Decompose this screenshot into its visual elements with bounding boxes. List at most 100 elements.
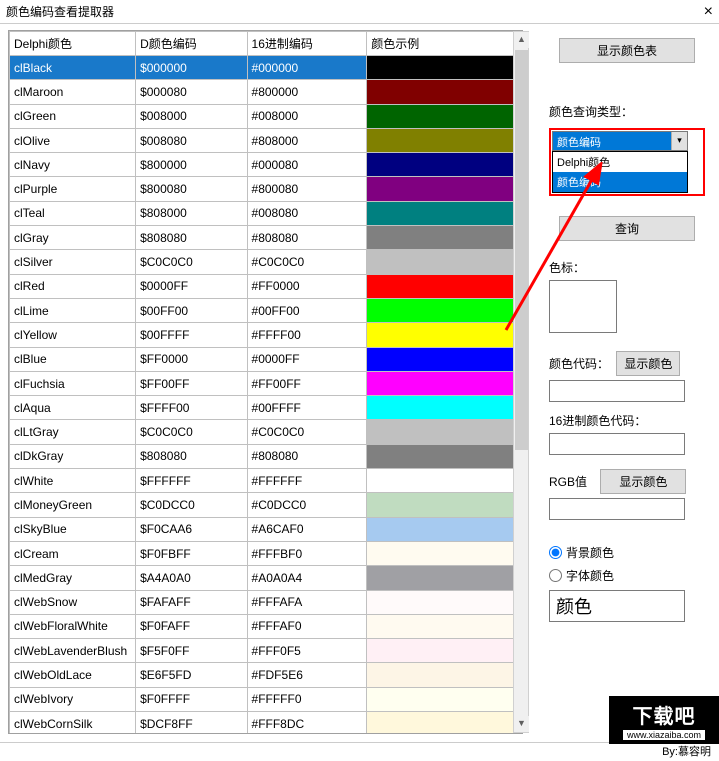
cell-dcode: $008000 [136, 104, 247, 128]
table-row[interactable]: clMoneyGreen$C0DCC0#C0DCC0 [10, 493, 522, 517]
query-type-dropdown[interactable]: 颜色编码 ▾ [552, 131, 688, 151]
table-row[interactable]: clSilver$C0C0C0#C0C0C0 [10, 250, 522, 274]
cell-hex: #FFFF00 [247, 323, 367, 347]
query-button[interactable]: 查询 [559, 216, 695, 241]
cell-dcode: $F0CAA6 [136, 517, 247, 541]
dropdown-selected: 颜色编码 [553, 132, 671, 150]
cell-swatch [367, 420, 522, 444]
rgb-label: RGB值 [549, 473, 593, 490]
hex-code-input[interactable] [549, 433, 685, 455]
table-row[interactable]: clPurple$800080#800080 [10, 177, 522, 201]
cell-hex: #0000FF [247, 347, 367, 371]
cell-name: clOlive [10, 128, 136, 152]
cell-swatch [367, 153, 522, 177]
cell-swatch [367, 614, 522, 638]
column-header[interactable]: 颜色示例 [367, 32, 522, 56]
cell-name: clWebCornSilk [10, 712, 136, 734]
table-row[interactable]: clWebFloralWhite$F0FAFF#FFFAF0 [10, 614, 522, 638]
footer: By:慕容明 [0, 742, 719, 760]
column-header[interactable]: D颜色编码 [136, 32, 247, 56]
table-row[interactable]: clSkyBlue$F0CAA6#A6CAF0 [10, 517, 522, 541]
cell-name: clWhite [10, 469, 136, 493]
table-row[interactable]: clAqua$FFFF00#00FFFF [10, 396, 522, 420]
cell-swatch [367, 566, 522, 590]
dropdown-option-code[interactable]: 颜色编码 [553, 172, 687, 192]
column-header[interactable]: 16进制编码 [247, 32, 367, 56]
cell-swatch [367, 687, 522, 711]
cell-dcode: $000000 [136, 56, 247, 80]
cell-hex: #FFF8DC [247, 712, 367, 734]
scroll-up-icon[interactable]: ▲ [514, 32, 529, 48]
show-color-table-button[interactable]: 显示颜色表 [559, 38, 695, 63]
cell-hex: #A0A0A4 [247, 566, 367, 590]
cell-swatch [367, 469, 522, 493]
cell-dcode: $008080 [136, 128, 247, 152]
radio-font[interactable] [549, 569, 562, 582]
cell-dcode: $FFFF00 [136, 396, 247, 420]
table-row[interactable]: clGreen$008000#008000 [10, 104, 522, 128]
column-header[interactable]: Delphi颜色 [10, 32, 136, 56]
radio-font-label: 字体颜色 [566, 567, 614, 584]
radio-bg-row[interactable]: 背景颜色 [549, 544, 705, 561]
table-row[interactable]: clWebSnow$FAFAFF#FFFAFA [10, 590, 522, 614]
scroll-down-icon[interactable]: ▼ [514, 716, 529, 732]
cell-swatch [367, 298, 522, 322]
close-icon[interactable]: × [704, 3, 713, 21]
color-preview-box: 颜色 [549, 590, 685, 622]
cell-swatch [367, 347, 522, 371]
cell-dcode: $FFFFFF [136, 469, 247, 493]
table-row[interactable]: clLime$00FF00#00FF00 [10, 298, 522, 322]
cell-hex: #FFF0F5 [247, 639, 367, 663]
color-table[interactable]: Delphi颜色D颜色编码16进制编码颜色示例 clBlack$000000#0… [9, 31, 522, 734]
cell-name: clLime [10, 298, 136, 322]
dropdown-option-delphi[interactable]: Delphi颜色 [553, 152, 687, 172]
cell-dcode: $808080 [136, 226, 247, 250]
dropdown-list[interactable]: Delphi颜色 颜色编码 [552, 151, 688, 193]
cell-name: clRed [10, 274, 136, 298]
table-row[interactable]: clWebCornSilk$DCF8FF#FFF8DC [10, 712, 522, 734]
cell-name: clSilver [10, 250, 136, 274]
table-row[interactable]: clFuchsia$FF00FF#FF00FF [10, 371, 522, 395]
scroll-thumb[interactable] [515, 50, 528, 450]
table-row[interactable]: clCream$F0FBFF#FFFBF0 [10, 541, 522, 565]
table-row[interactable]: clNavy$800000#000080 [10, 153, 522, 177]
table-row[interactable]: clWebLavenderBlush$F5F0FF#FFF0F5 [10, 639, 522, 663]
table-row[interactable]: clYellow$00FFFF#FFFF00 [10, 323, 522, 347]
chevron-down-icon[interactable]: ▾ [671, 132, 687, 150]
cell-name: clMoneyGreen [10, 493, 136, 517]
radio-font-row[interactable]: 字体颜色 [549, 567, 705, 584]
show-color-button-1[interactable]: 显示颜色 [616, 351, 680, 376]
cell-dcode: $800080 [136, 177, 247, 201]
swatch-label: 色标： [549, 259, 705, 276]
table-row[interactable]: clGray$808080#808080 [10, 226, 522, 250]
table-row[interactable]: clWebOldLace$E6F5FD#FDF5E6 [10, 663, 522, 687]
table-row[interactable]: clOlive$008080#808000 [10, 128, 522, 152]
table-row[interactable]: clDkGray$808080#808080 [10, 444, 522, 468]
table-row[interactable]: clWhite$FFFFFF#FFFFFF [10, 469, 522, 493]
table-row[interactable]: clMaroon$000080#800000 [10, 80, 522, 104]
cell-swatch [367, 56, 522, 80]
table-panel: Delphi颜色D颜色编码16进制编码颜色示例 clBlack$000000#0… [0, 24, 535, 742]
vertical-scrollbar[interactable]: ▲ ▼ [513, 31, 529, 733]
color-code-input[interactable] [549, 380, 685, 402]
table-row[interactable]: clTeal$808000#008080 [10, 201, 522, 225]
cell-dcode: $808000 [136, 201, 247, 225]
cell-hex: #800000 [247, 80, 367, 104]
show-color-button-2[interactable]: 显示颜色 [600, 469, 686, 494]
table-row[interactable]: clBlack$000000#000000 [10, 56, 522, 80]
table-row[interactable]: clWebIvory$F0FFFF#FFFFF0 [10, 687, 522, 711]
cell-dcode: $F0FBFF [136, 541, 247, 565]
cell-swatch [367, 201, 522, 225]
cell-hex: #FFFAF0 [247, 614, 367, 638]
cell-hex: #C0C0C0 [247, 250, 367, 274]
table-row[interactable]: clBlue$FF0000#0000FF [10, 347, 522, 371]
radio-bg[interactable] [549, 546, 562, 559]
rgb-input[interactable] [549, 498, 685, 520]
table-row[interactable]: clLtGray$C0C0C0#C0C0C0 [10, 420, 522, 444]
cell-dcode: $C0C0C0 [136, 250, 247, 274]
table-row[interactable]: clRed$0000FF#FF0000 [10, 274, 522, 298]
table-row[interactable]: clMedGray$A4A0A0#A0A0A4 [10, 566, 522, 590]
cell-dcode: $FF0000 [136, 347, 247, 371]
watermark: 下载吧 www.xiazaiba.com [609, 696, 719, 744]
cell-dcode: $E6F5FD [136, 663, 247, 687]
